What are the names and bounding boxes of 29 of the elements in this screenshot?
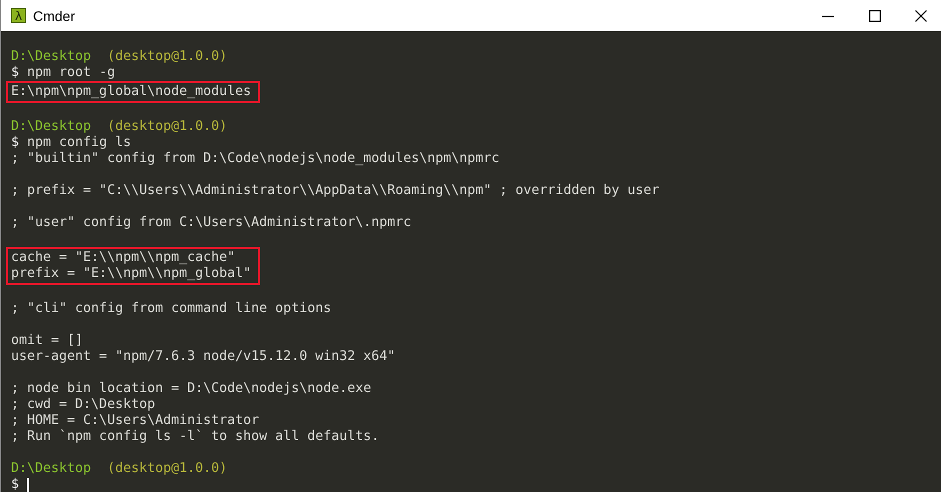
- output-line: ; prefix = "C:\\Users\\Administrator\\AppData\\Roaming\\npm" ; overridden by user: [11, 183, 660, 199]
- prompt-path: D:\Desktop: [11, 461, 92, 477]
- prompt-symbol: $: [11, 477, 20, 492]
- maximize-icon[interactable]: [869, 10, 881, 22]
- window-title: Cmder: [33, 8, 76, 24]
- command-text: npm config ls: [27, 135, 132, 151]
- prompt-symbol: $: [11, 135, 20, 151]
- output-line: ; cwd = D:\Desktop: [11, 397, 156, 413]
- prompt-package: (desktop@1.0.0): [107, 49, 228, 65]
- output-line: ; "user" config from C:\Users\Administrator\.npmrc: [11, 215, 412, 231]
- output-line: E:\npm\npm_global\node_modules: [11, 84, 252, 100]
- text-cursor: [27, 478, 30, 492]
- output-line: ; "builtin" config from D:\Code\nodejs\node_modules\npm\npmrc: [11, 151, 500, 167]
- app-icon: λ: [11, 8, 26, 23]
- output-line: user-agent = "npm/7.6.3 node/v15.12.0 win32 x64": [11, 349, 396, 365]
- output-line: ; "cli" config from command line options: [11, 301, 332, 317]
- prompt-package: (desktop@1.0.0): [107, 461, 228, 477]
- prompt-path: D:\Desktop: [11, 119, 92, 135]
- output-line: ; node bin location = D:\Code\nodejs\node.exe: [11, 381, 372, 397]
- prompt-symbol: $: [11, 65, 20, 81]
- close-icon[interactable]: [915, 10, 927, 22]
- output-line: ; Run `npm config ls -l` to show all defaults.: [11, 429, 380, 445]
- command-text: npm root -g: [27, 65, 116, 81]
- output-line: omit = []: [11, 333, 84, 349]
- output-line: ; HOME = C:\Users\Administrator: [11, 413, 260, 429]
- output-line: cache = "E:\\npm\\npm_cache": [11, 250, 236, 266]
- prompt-package: (desktop@1.0.0): [107, 119, 228, 135]
- output-line: prefix = "E:\\npm\\npm_global": [11, 266, 252, 282]
- prompt-path: D:\Desktop: [11, 49, 92, 65]
